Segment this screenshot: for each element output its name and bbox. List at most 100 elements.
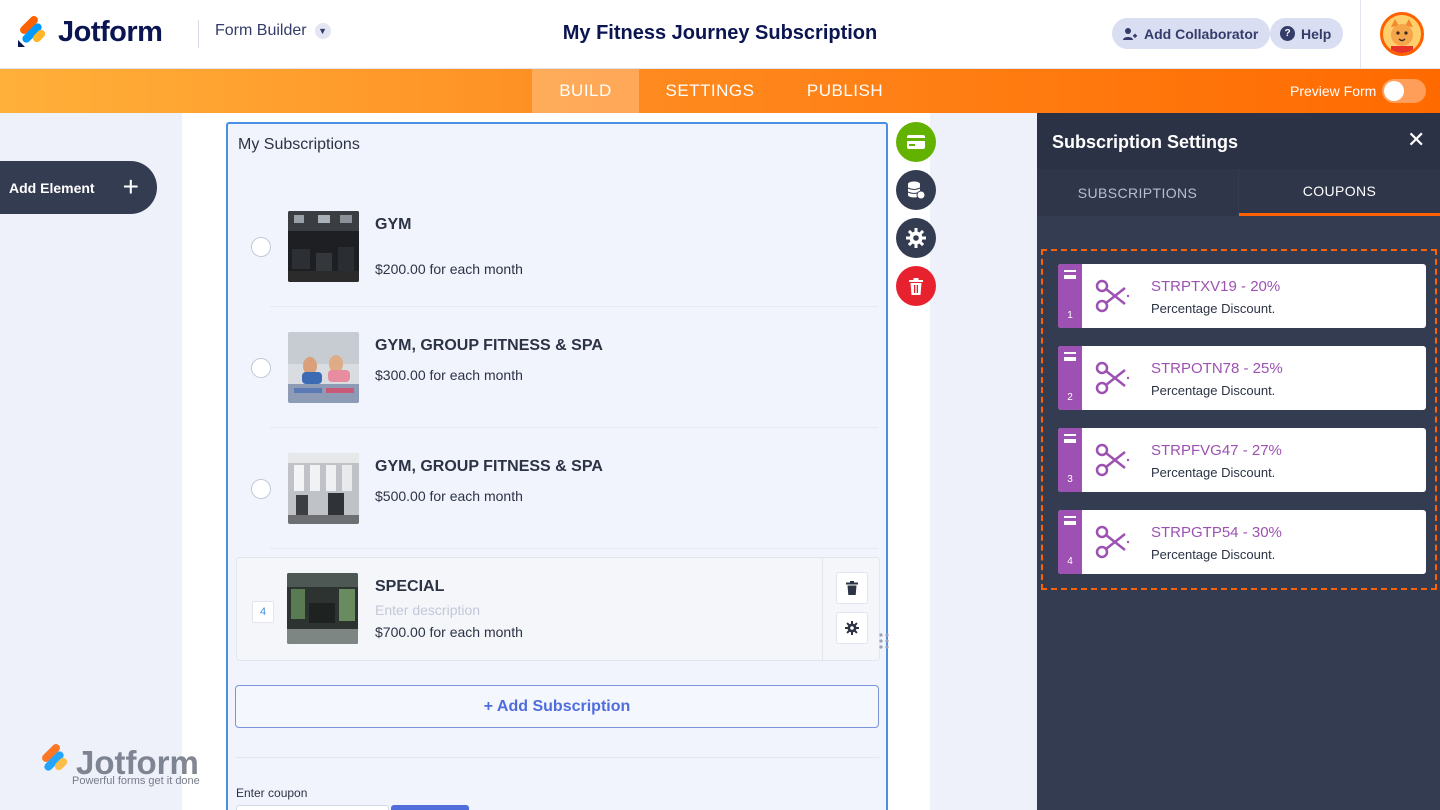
apply-coupon-button[interactable] (391, 805, 469, 810)
coupon-drag-handle[interactable]: 3 (1058, 428, 1082, 492)
avatar[interactable] (1380, 12, 1424, 56)
tab-build[interactable]: BUILD (532, 69, 639, 113)
hamburger-icon (1064, 516, 1076, 525)
coupon-index: 3 (1067, 474, 1073, 485)
coupon-card[interactable]: 1 STRPTXV19 - 20% Percentage Discount. (1058, 264, 1426, 328)
add-element-button[interactable]: Add Element + (0, 161, 157, 214)
coupon-drag-handle[interactable]: 2 (1058, 346, 1082, 410)
add-user-icon (1123, 27, 1137, 40)
jotform-logo-icon (18, 16, 46, 47)
subscription-radio[interactable] (251, 358, 271, 378)
subscriptions-field[interactable]: My Subscriptions GYM $200.00 for each mo… (226, 122, 889, 810)
trash-icon (909, 277, 923, 295)
delete-field-button[interactable] (896, 266, 936, 306)
subscription-item[interactable]: GYM $200.00 for each month (251, 187, 878, 307)
subscription-number: 4 (252, 601, 274, 623)
watermark-tagline: Powerful forms get it done (72, 775, 200, 787)
page-title[interactable]: My Fitness Journey Subscription (563, 22, 878, 44)
group-fitness-image (288, 332, 359, 403)
trash-icon (846, 581, 858, 595)
hamburger-icon (1064, 270, 1076, 279)
scissors-icon (1095, 361, 1130, 395)
add-element-label: Add Element (9, 179, 95, 196)
top-bar: Jotform Form Builder ▼ My Fitness Journe… (0, 0, 1440, 69)
hamburger-icon (1064, 352, 1076, 361)
coupon-type: Percentage Discount. (1151, 465, 1276, 480)
subscription-name: GYM, GROUP FITNESS & SPA (375, 337, 603, 354)
coupon-type: Percentage Discount. (1151, 547, 1276, 562)
help-label: Help (1301, 25, 1332, 42)
item-actions (822, 558, 880, 660)
jotform-watermark: Jotform Powerful forms get it done (38, 744, 200, 787)
coupon-code: STRPOTN78 - 25% (1151, 360, 1283, 377)
scissors-icon (1095, 525, 1130, 559)
field-title[interactable]: My Subscriptions (238, 136, 360, 154)
coupon-code: STRPTXV19 - 20% (1151, 278, 1281, 295)
chevron-down-icon: ▼ (314, 23, 331, 39)
subscription-price: $500.00 for each month (375, 488, 523, 504)
coupon-type: Percentage Discount. (1151, 301, 1276, 316)
divider (235, 757, 879, 758)
payment-data-button[interactable] (896, 170, 936, 210)
coupon-drag-handle[interactable]: 1 (1058, 264, 1082, 328)
builder-nav: BUILD SETTINGS PUBLISH Preview Form (0, 69, 1440, 113)
subscription-price: $700.00 for each month (375, 624, 523, 640)
coupon-index: 1 (1067, 310, 1073, 321)
add-subscription-button[interactable]: + Add Subscription (235, 685, 879, 728)
payment-card-icon (907, 135, 925, 149)
delete-item-button[interactable] (836, 572, 868, 604)
drag-handle-icon[interactable] (879, 633, 889, 649)
subscription-price: $200.00 for each month (375, 261, 523, 277)
jotform-logo-icon (42, 744, 68, 771)
tab-coupons[interactable]: COUPONS (1239, 169, 1440, 216)
subscription-settings-panel: Subscription Settings ✕ SUBSCRIPTIONS CO… (1037, 113, 1440, 810)
subscription-item[interactable]: GYM, GROUP FITNESS & SPA $500.00 for eac… (251, 429, 878, 549)
jotform-logo[interactable]: Jotform (16, 15, 163, 49)
gear-icon (906, 228, 926, 248)
subscription-radio[interactable] (251, 479, 271, 499)
coupon-label: Enter coupon (236, 786, 308, 800)
scissors-icon (1095, 443, 1130, 477)
subscription-item-selected[interactable]: 4 SPECIAL Enter description $700.00 for … (236, 557, 889, 661)
coupon-index: 4 (1067, 556, 1073, 567)
panel-title: Subscription Settings (1052, 132, 1239, 152)
subscription-item[interactable]: GYM, GROUP FITNESS & SPA $300.00 for eac… (251, 308, 878, 428)
cat-avatar-icon (1383, 15, 1421, 53)
preview-form-label: Preview Form (1290, 83, 1377, 99)
scissors-icon (1095, 279, 1130, 313)
item-settings-button[interactable] (836, 612, 868, 644)
tab-settings[interactable]: SETTINGS (650, 69, 770, 113)
coupon-card[interactable]: 4 STRPGTP54 - 30% Percentage Discount. (1058, 510, 1426, 574)
toggle-knob (1384, 81, 1404, 101)
help-button[interactable]: ? Help (1270, 18, 1344, 49)
preview-form-toggle[interactable] (1382, 79, 1426, 103)
payment-settings-button[interactable] (896, 122, 936, 162)
coupon-card[interactable]: 2 STRPOTN78 - 25% Percentage Discount. (1058, 346, 1426, 410)
tab-publish[interactable]: PUBLISH (790, 69, 900, 113)
subscription-name: GYM (375, 216, 412, 233)
gym-image (288, 211, 359, 282)
tab-subscriptions[interactable]: SUBSCRIPTIONS (1037, 169, 1238, 216)
subscription-description-input[interactable]: Enter description (375, 602, 480, 618)
gym-room-image (288, 453, 359, 524)
subscription-radio[interactable] (251, 237, 271, 257)
form-builder-menu[interactable]: Form Builder ▼ (215, 22, 331, 40)
form-builder-label: Form Builder (215, 22, 307, 39)
question-icon: ? (1280, 26, 1295, 41)
special-gym-image (287, 573, 358, 644)
header-divider (198, 20, 199, 48)
coupon-input[interactable] (236, 805, 389, 810)
coupon-index: 2 (1067, 392, 1073, 403)
close-icon[interactable]: ✕ (1407, 129, 1425, 151)
gear-icon (845, 621, 859, 635)
subscription-name: SPECIAL (375, 578, 445, 595)
coupon-code: STRPGTP54 - 30% (1151, 524, 1282, 541)
coupon-card[interactable]: 3 STRPFVG47 - 27% Percentage Discount. (1058, 428, 1426, 492)
field-settings-button[interactable] (896, 218, 936, 258)
subscription-name: GYM, GROUP FITNESS & SPA (375, 458, 603, 475)
brand-name: Jotform (58, 15, 163, 48)
coupon-drag-handle[interactable]: 4 (1058, 510, 1082, 574)
coupon-code: STRPFVG47 - 27% (1151, 442, 1282, 459)
coupon-list: 1 STRPTXV19 - 20% Percentage Discount. 2 (1041, 249, 1437, 590)
add-collaborator-button[interactable]: Add Collaborator (1112, 18, 1271, 49)
